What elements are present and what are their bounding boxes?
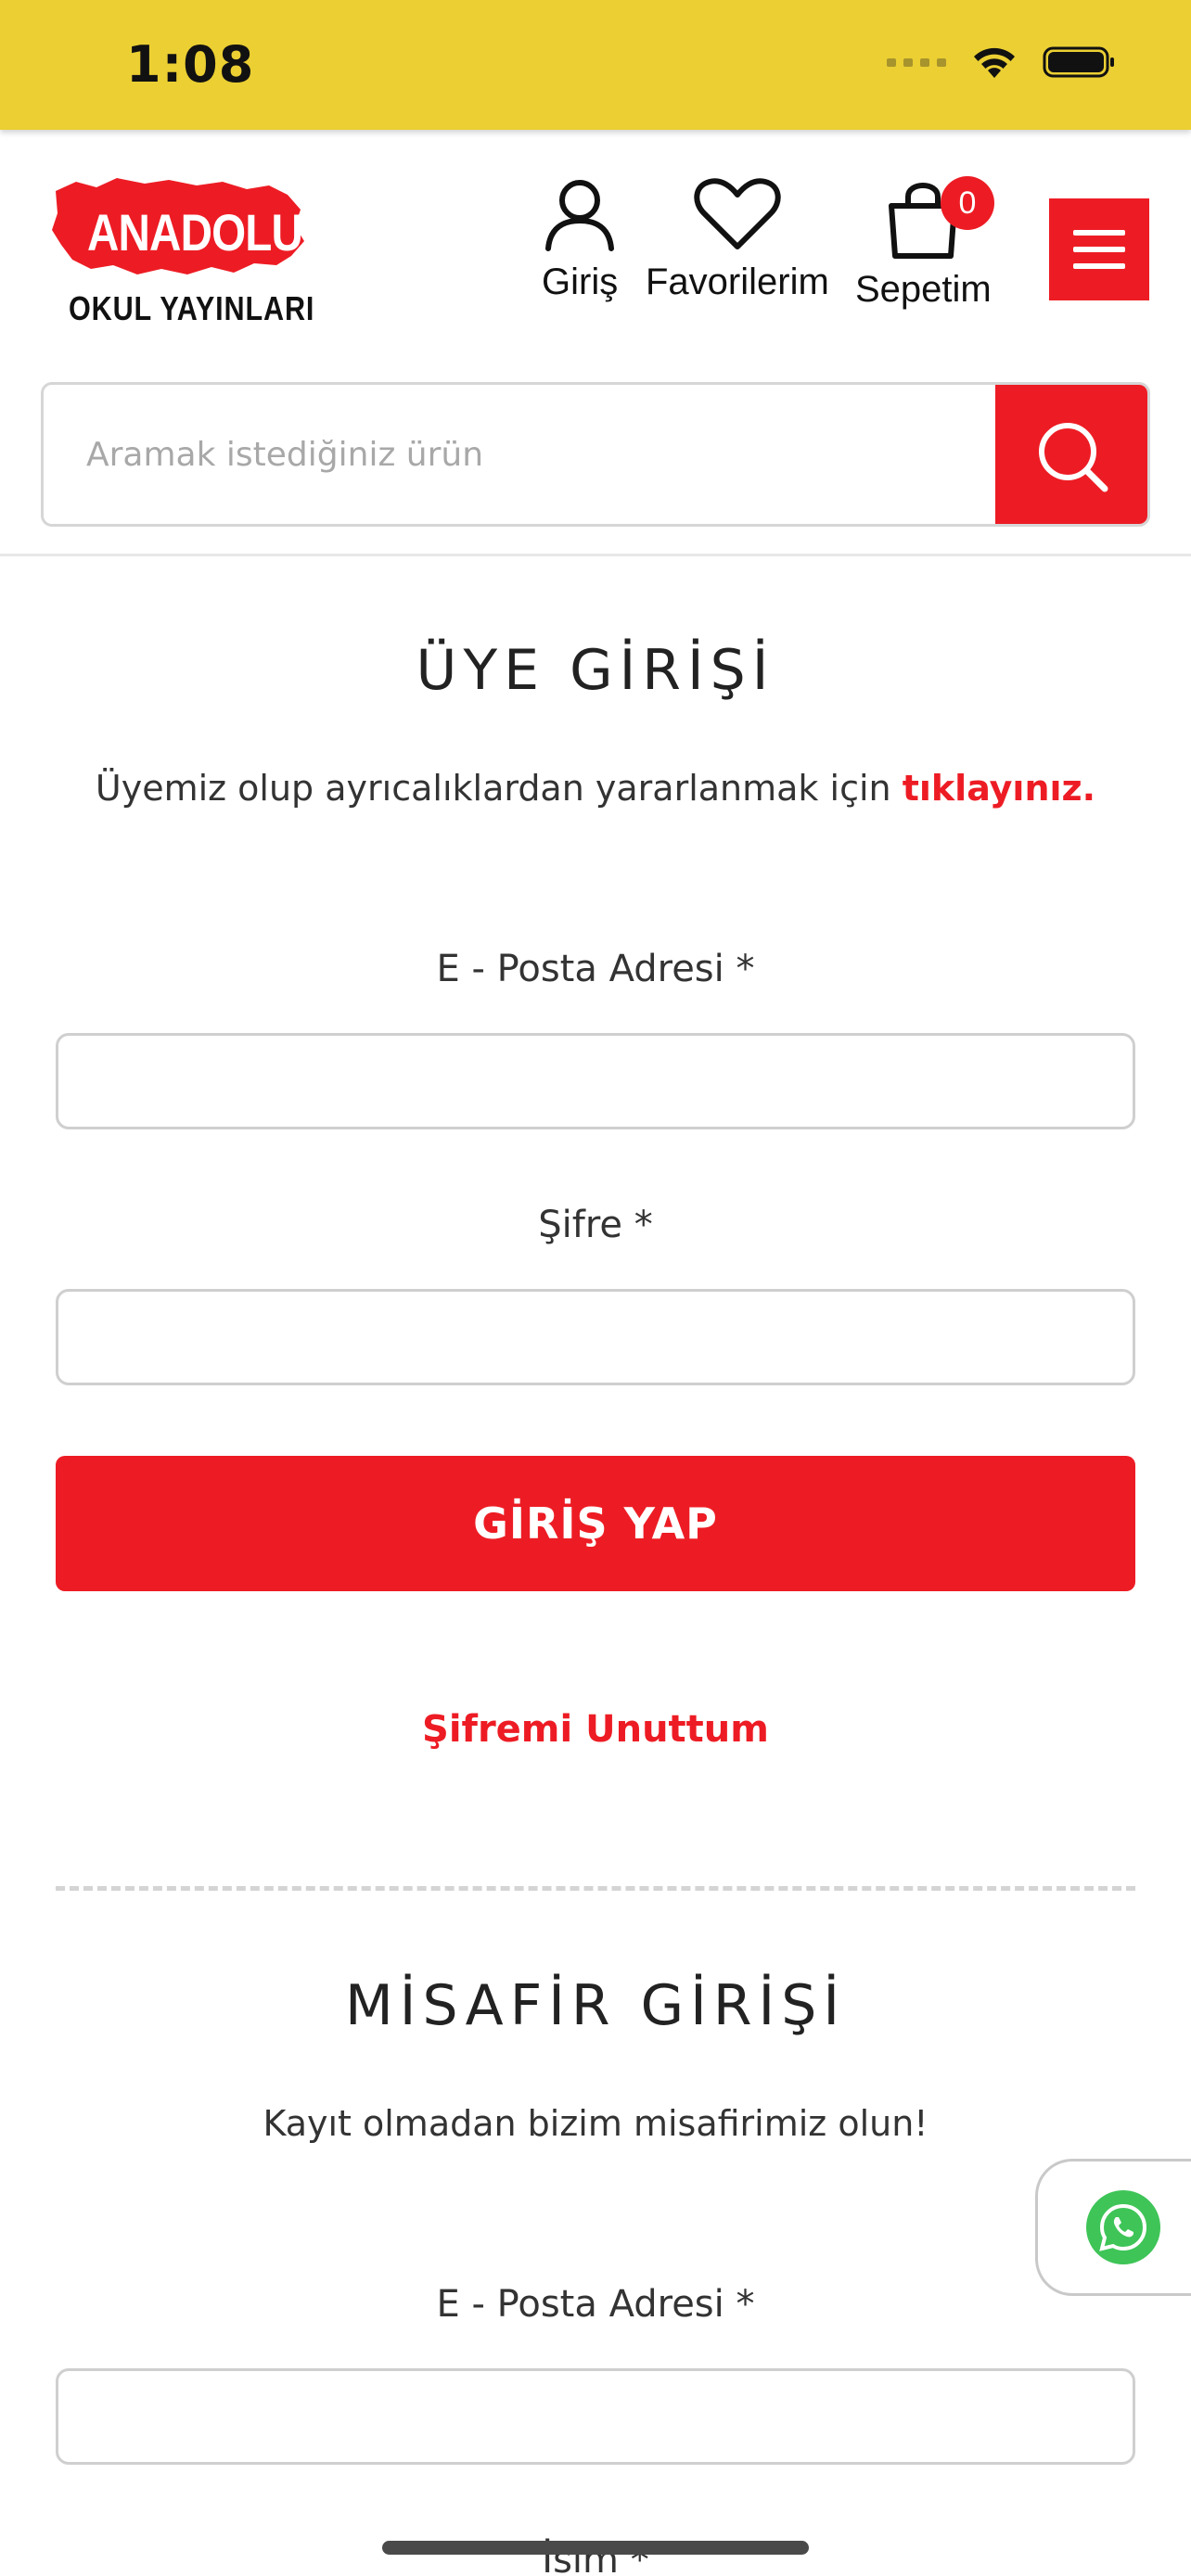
member-login-lead-text: Üyemiz olup ayrıcalıklardan yararlanmak … [95, 768, 891, 809]
member-email-label: E - Posta Adresi * [436, 948, 755, 990]
status-time: 1:08 [126, 35, 255, 94]
favorites-nav-label: Favorilerim [646, 261, 829, 302]
search-button[interactable] [995, 385, 1147, 524]
member-password-label: Şifre * [538, 1204, 653, 1246]
logo-subtitle: OKUL YAYINLARI [69, 289, 315, 327]
guest-email-label: E - Posta Adresi * [436, 2283, 755, 2326]
member-password-field[interactable] [56, 1289, 1135, 1385]
hamburger-menu-icon[interactable] [1049, 198, 1149, 300]
cellular-signal-icon [887, 57, 946, 67]
section-divider [56, 1886, 1135, 1891]
home-indicator [382, 2541, 809, 2555]
cart-count-badge: 0 [941, 176, 994, 230]
favorites-nav-button[interactable]: Favorilerim [646, 176, 829, 303]
forgot-password-link[interactable]: Şifremi Unuttum [0, 1708, 1191, 1751]
search-bar [41, 382, 1150, 527]
register-link[interactable]: tıklayınız. [903, 768, 1095, 809]
cart-nav-label: Sepetim [855, 269, 992, 310]
user-icon [545, 180, 615, 251]
logo-brand-text: ANADOLU [87, 203, 303, 261]
status-bar: 1:08 [0, 0, 1191, 130]
brand-logo[interactable]: ANADOLU OKUL YAYINLARI [48, 174, 317, 332]
search-input[interactable] [44, 385, 999, 524]
search-icon [1039, 423, 1108, 492]
login-nav-label: Giriş [542, 261, 619, 302]
guest-email-field[interactable] [56, 2368, 1135, 2465]
cart-nav-button[interactable]: 0 Sepetim [855, 176, 994, 311]
guest-login-title: MİSAFİR GİRİŞİ [344, 1973, 847, 2038]
site-header: ANADOLU OKUL YAYINLARI Giriş Favorilerim… [0, 130, 1191, 556]
guest-login-lead: Kayıt olmadan bizim misafirimiz olun! [263, 2103, 928, 2144]
login-submit-button[interactable]: GİRİŞ YAP [56, 1456, 1135, 1591]
status-icons [887, 45, 1117, 80]
wifi-icon [974, 47, 1015, 78]
heart-icon [694, 178, 781, 249]
login-nav-button[interactable]: Giriş [542, 176, 618, 303]
member-email-field[interactable] [56, 1033, 1135, 1129]
whatsapp-icon [1086, 2190, 1160, 2264]
battery-icon [1043, 46, 1114, 78]
member-login-title: ÜYE GİRİŞİ [416, 638, 775, 703]
whatsapp-contact-button[interactable] [1035, 2159, 1191, 2296]
member-login-lead: Üyemiz olup ayrıcalıklardan yararlanmak … [0, 768, 1191, 809]
